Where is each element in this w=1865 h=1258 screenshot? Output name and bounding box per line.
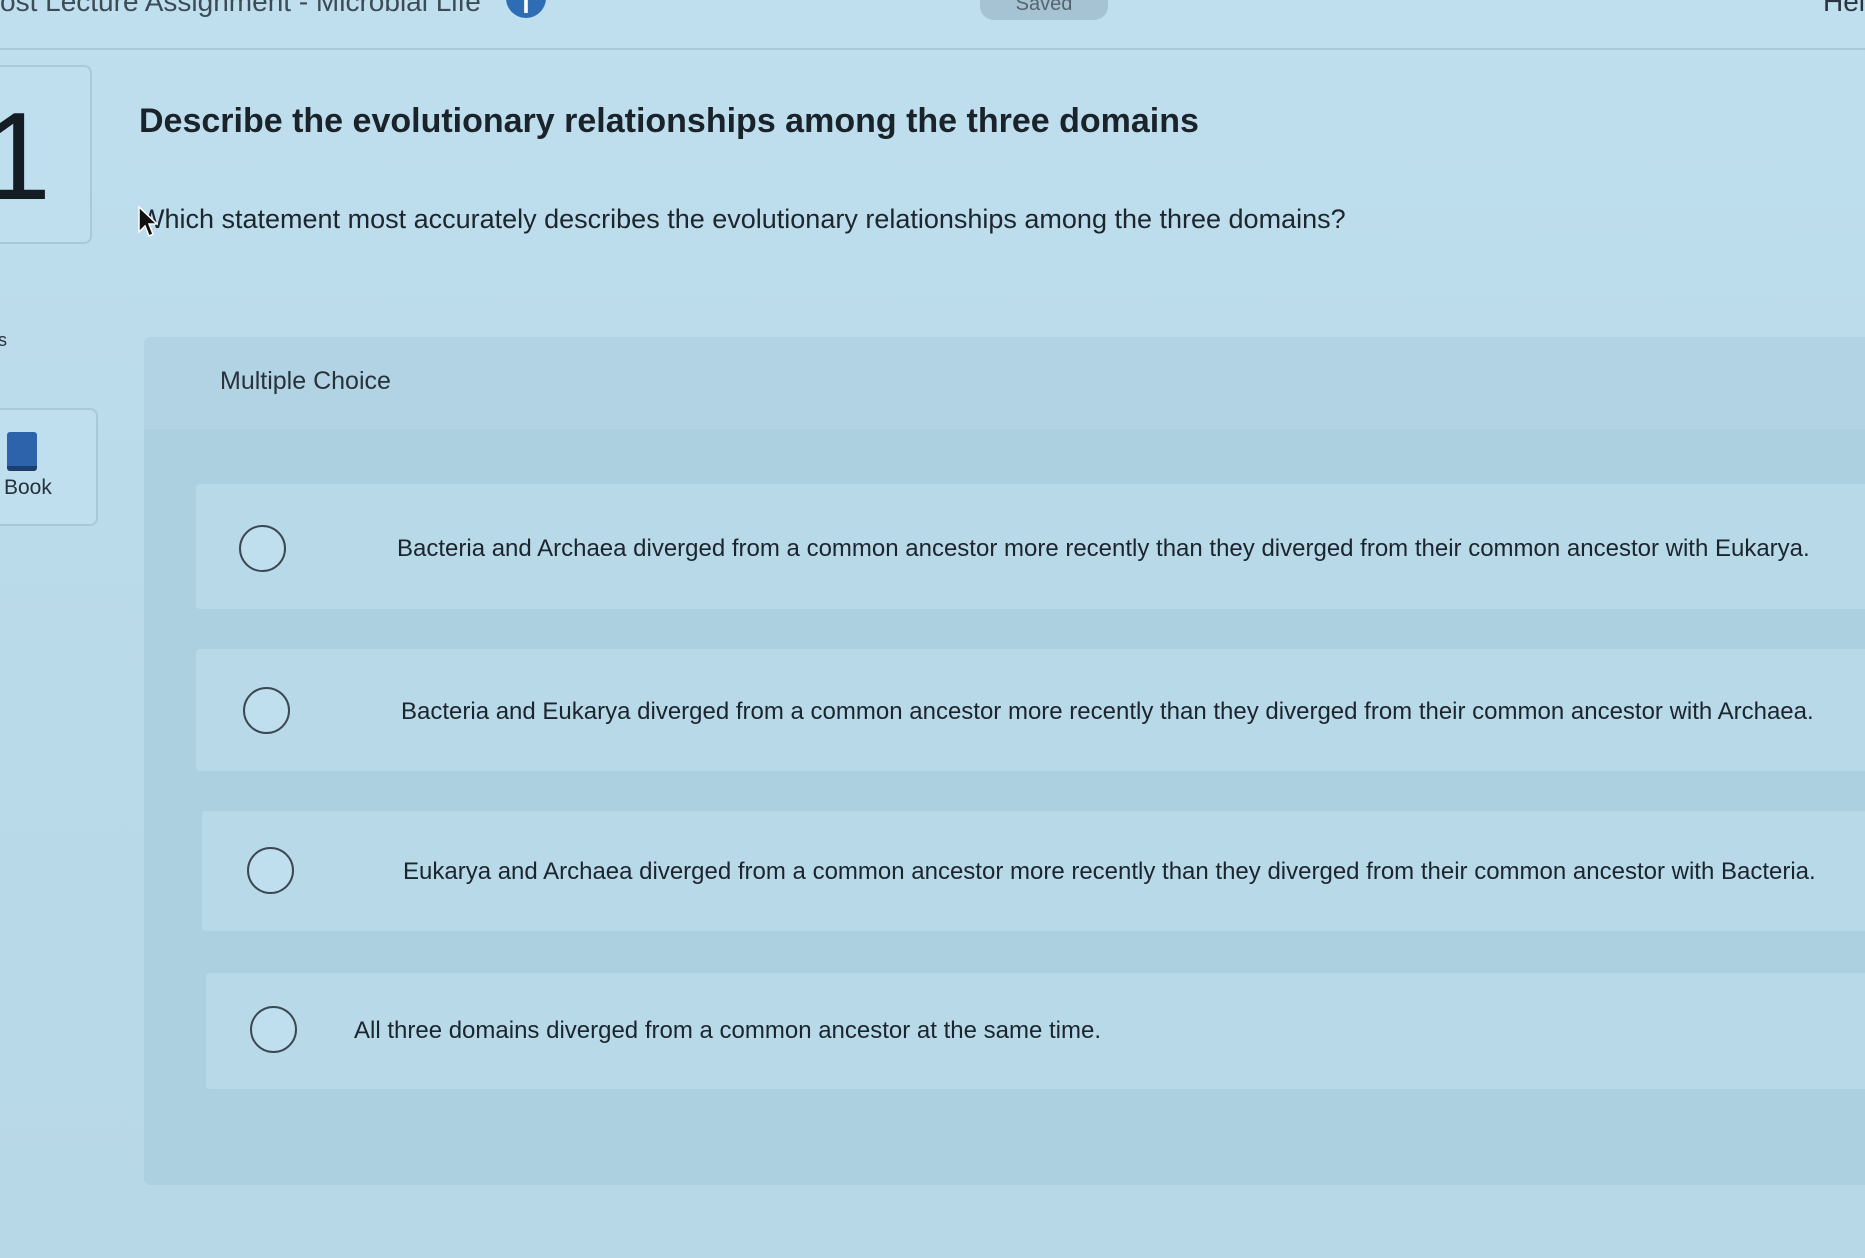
choice-option-label: Bacteria and Eukarya diverged from a com… <box>401 698 1814 725</box>
choice-option-label: All three domains diverged from a common… <box>354 1017 1101 1044</box>
choice-option-label: Eukarya and Archaea diverged from a comm… <box>403 858 1816 885</box>
book-icon <box>7 432 37 471</box>
question-prompt: Which statement most accurately describe… <box>139 204 1346 234</box>
cursor-icon <box>138 206 158 238</box>
choice-option-4[interactable]: All three domains diverged from a common… <box>206 973 1865 1089</box>
choice-option-label: Bacteria and Archaea diverged from a com… <box>397 535 1810 562</box>
top-bar: ost Lecture Assignment - Microbial Life … <box>0 0 1865 50</box>
help-link[interactable]: Hel <box>1823 0 1865 18</box>
question-number-card: 1 <box>0 65 92 244</box>
question-title: Describe the evolutionary relationships … <box>139 102 1199 140</box>
question-number: 1 <box>0 88 51 226</box>
ebook-label: Book <box>4 476 52 499</box>
choice-option-2[interactable]: Bacteria and Eukarya diverged from a com… <box>196 649 1865 771</box>
multiple-choice-header: Multiple Choice <box>144 337 1865 429</box>
choice-option-3[interactable]: Eukarya and Archaea diverged from a comm… <box>202 811 1865 931</box>
points-label: s <box>0 330 7 350</box>
ebook-button[interactable]: Book <box>0 408 98 526</box>
multiple-choice-label: Multiple Choice <box>220 367 391 395</box>
radio-unselected-icon[interactable] <box>250 1006 297 1053</box>
radio-unselected-icon[interactable] <box>239 525 286 572</box>
radio-unselected-icon[interactable] <box>243 687 290 734</box>
info-icon[interactable]: i <box>506 0 546 19</box>
assignment-page: ost Lecture Assignment - Microbial Life … <box>0 0 1865 1258</box>
radio-unselected-icon[interactable] <box>247 847 294 894</box>
choice-option-1[interactable]: Bacteria and Archaea diverged from a com… <box>196 484 1865 609</box>
multiple-choice-panel: Multiple Choice Bacteria and Archaea div… <box>144 337 1865 1185</box>
assignment-breadcrumb[interactable]: ost Lecture Assignment - Microbial Life <box>0 0 481 18</box>
saved-status-badge: Saved <box>980 0 1108 20</box>
